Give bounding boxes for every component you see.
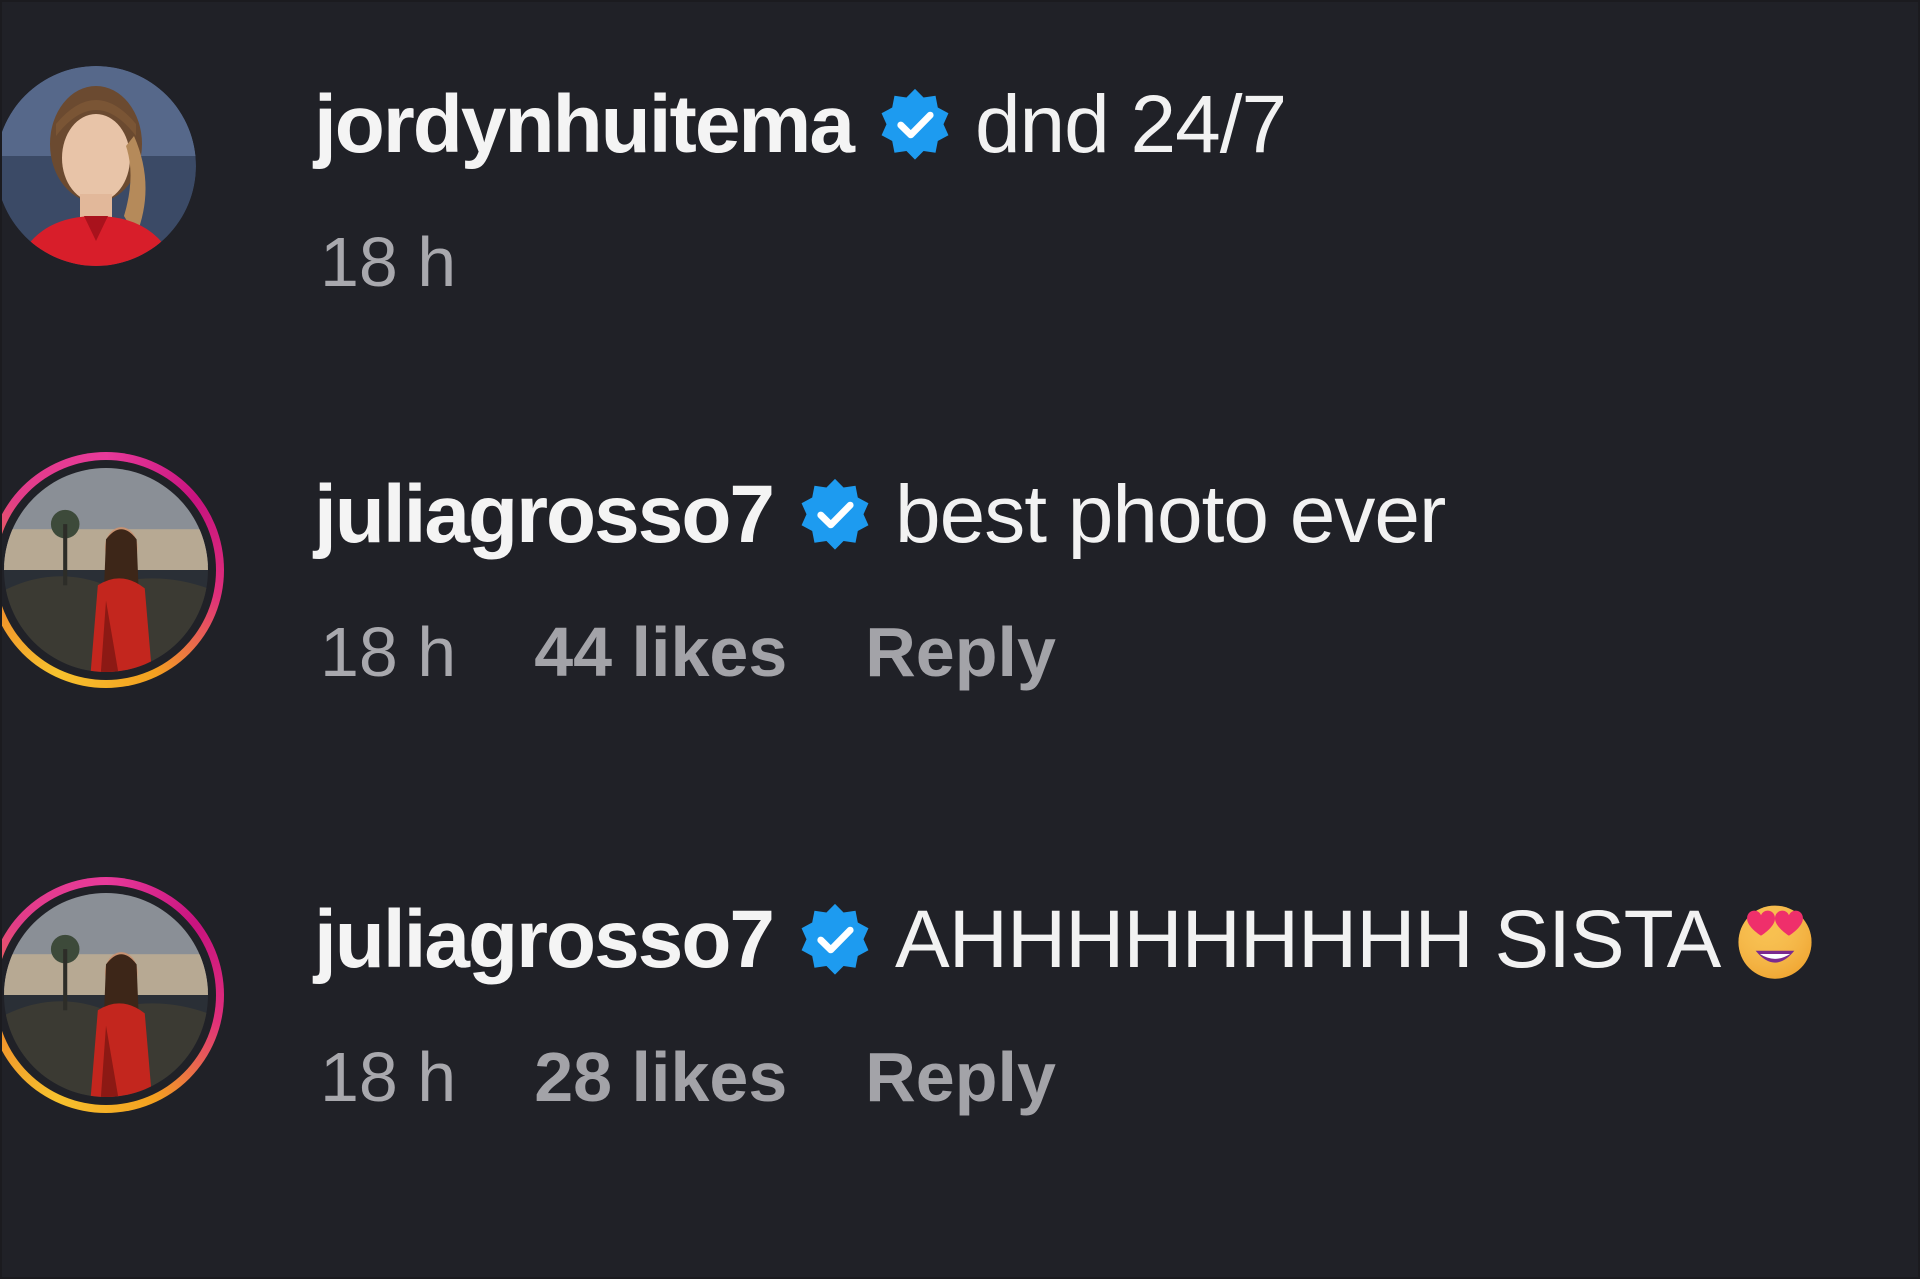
comment-text: best photo ever <box>895 469 1446 560</box>
comments-panel: jordynhuitema dnd 24/7 18 h juliagrosso7… <box>0 0 1920 1279</box>
likes-count-button[interactable]: 44 likes <box>534 612 787 692</box>
comment-timestamp[interactable]: 18 h <box>320 222 456 302</box>
comment-item: juliagrosso7 best photo ever 18 h 44 lik… <box>2 452 1918 752</box>
username-link[interactable]: juliagrosso7 <box>314 470 775 560</box>
verified-badge-icon <box>877 87 953 163</box>
avatar-story-ring[interactable] <box>2 877 224 1113</box>
star-struck-emoji-icon <box>1732 897 1818 983</box>
verified-badge-icon <box>797 902 873 978</box>
comment-text: AHHHHHHHHH SISTA <box>895 894 1721 985</box>
avatar-photo <box>4 468 208 672</box>
reply-button[interactable]: Reply <box>865 612 1056 692</box>
avatar[interactable] <box>2 66 196 266</box>
comment-timestamp[interactable]: 18 h <box>320 612 456 692</box>
comment-meta: 18 h 28 likes Reply <box>320 1037 1134 1117</box>
comment-meta: 18 h <box>320 222 534 302</box>
comment-timestamp[interactable]: 18 h <box>320 1037 456 1117</box>
comment-meta: 18 h 44 likes Reply <box>320 612 1134 692</box>
username-link[interactable]: juliagrosso7 <box>314 895 775 985</box>
avatar-photo <box>2 66 196 266</box>
avatar-story-ring[interactable] <box>2 452 224 688</box>
likes-count-button[interactable]: 28 likes <box>534 1037 787 1117</box>
comment-header: juliagrosso7 best photo ever <box>314 469 1446 560</box>
verified-badge-icon <box>797 477 873 553</box>
comment-text: dnd 24/7 <box>974 79 1287 170</box>
username-link[interactable]: jordynhuitema <box>314 80 855 170</box>
avatar-photo <box>4 893 208 1097</box>
comment-item: juliagrosso7 AHHHHHHHHH SISTA 18 h 28 li… <box>2 877 1918 1177</box>
comment-header: jordynhuitema dnd 24/7 <box>314 79 1287 170</box>
comment-header: juliagrosso7 AHHHHHHHHH SISTA <box>314 895 1818 985</box>
comment-item: jordynhuitema dnd 24/7 18 h <box>2 62 1918 362</box>
reply-button[interactable]: Reply <box>865 1037 1056 1117</box>
